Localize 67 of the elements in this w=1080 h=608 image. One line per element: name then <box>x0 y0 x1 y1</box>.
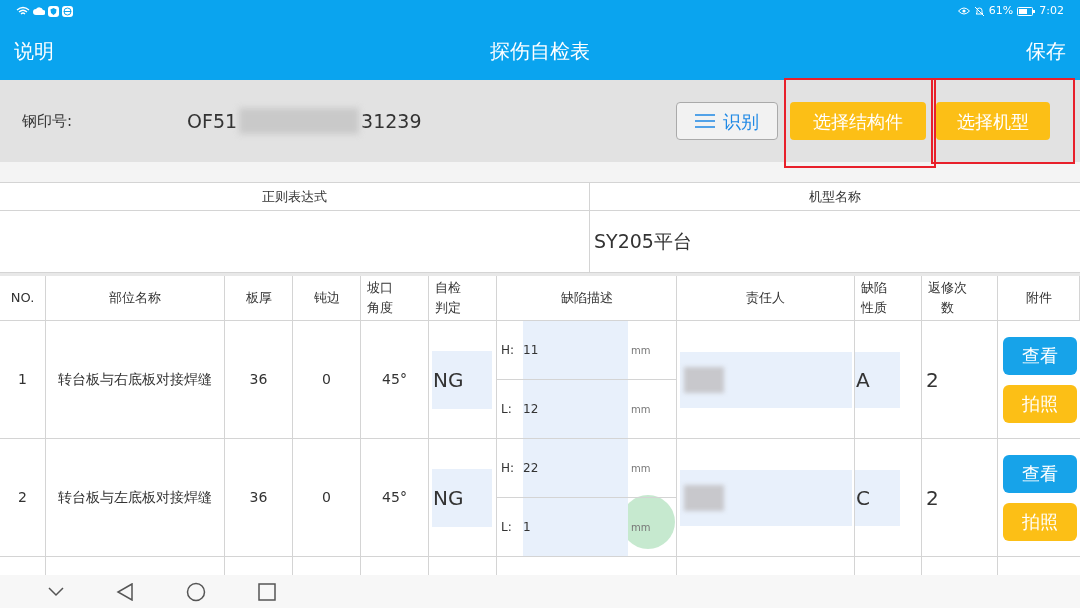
view-button[interactable]: 查看 <box>1003 454 1077 493</box>
table-cell-text: 36 <box>249 370 268 389</box>
column-header: 责任人 <box>746 289 785 307</box>
part-name: 转台板与左底板对接焊缝 <box>58 488 212 507</box>
menu-icon <box>695 114 715 128</box>
column-header: 板厚 <box>245 289 272 307</box>
stamp-number: 31239 <box>361 108 422 134</box>
table-cell-text: 45° <box>382 370 407 389</box>
eye-icon <box>957 7 970 15</box>
table-cell-text: 36 <box>249 488 268 507</box>
table-cell-text: 0 <box>322 488 331 507</box>
shield-icon <box>48 5 59 17</box>
column-header: 部位名称 <box>109 289 161 307</box>
row-number: 2 <box>18 488 27 507</box>
back-icon <box>116 582 134 601</box>
help-button[interactable]: 说明 <box>14 36 54 66</box>
stamp-number: OF51 <box>187 108 238 134</box>
clock-time: 7:02 <box>1039 2 1064 19</box>
view-button[interactable]: 查看 <box>1003 336 1077 375</box>
dimension-label: H: <box>501 342 516 359</box>
column-header: NO. <box>10 289 35 307</box>
repair-count: 2 <box>926 484 939 512</box>
save-button[interactable]: 保存 <box>1026 36 1066 66</box>
part-name: 转台板与右底板对接焊缝 <box>58 370 212 389</box>
column-header: 钝边 <box>313 289 340 307</box>
column-header: 坡口角度 <box>367 279 393 317</box>
column-header: 自检判定 <box>435 279 461 317</box>
column-header: 返修次数 <box>928 279 967 317</box>
judgement-field[interactable]: NG <box>432 350 492 409</box>
nature-field[interactable]: C <box>855 469 900 526</box>
dimension-label: L: <box>501 519 513 536</box>
table-cell-text: 45° <box>382 488 407 507</box>
dimension-field[interactable]: 1 <box>523 498 628 556</box>
dimension-field[interactable]: 11 <box>523 321 628 379</box>
chevron-down-icon <box>48 586 64 597</box>
stamp-label: 钢印号: <box>22 110 74 132</box>
dimension-label: H: <box>501 460 516 477</box>
dimension-field[interactable]: 22 <box>523 439 628 497</box>
column-header: 缺陷描述 <box>560 289 613 307</box>
home-icon <box>186 581 206 602</box>
column-header: 附件 <box>1025 289 1052 307</box>
window-title: 探伤自检表 <box>490 38 590 65</box>
battery-icon <box>1017 6 1036 16</box>
bell-off-icon <box>973 5 985 17</box>
recent-apps-icon <box>258 582 276 601</box>
recognize-button[interactable]: 识别 <box>676 102 778 140</box>
cloud-icon <box>33 6 45 16</box>
nature-field[interactable]: A <box>855 351 900 408</box>
wifi-icon <box>16 6 30 16</box>
responsible-field[interactable] <box>680 351 852 408</box>
row-number: 1 <box>18 370 27 389</box>
repair-count: 2 <box>926 366 939 394</box>
globe-icon <box>62 5 73 17</box>
column-header: 机型名称 <box>590 183 1080 211</box>
column-header: 正则表达式 <box>0 183 590 211</box>
dimension-label: L: <box>501 401 513 418</box>
model-name: SY205平台 <box>594 229 692 255</box>
column-header: 缺陷性质 <box>861 279 887 317</box>
judgement-field[interactable]: NG <box>432 468 492 527</box>
unit-label: mm <box>631 461 651 476</box>
table-cell-text: 0 <box>322 370 331 389</box>
unit-label: mm <box>631 343 651 358</box>
responsible-field[interactable] <box>680 469 852 526</box>
unit-label: mm <box>631 402 651 417</box>
unit-label: mm <box>631 520 651 535</box>
dimension-field[interactable]: 12 <box>523 380 628 438</box>
battery-percent: 61% <box>988 2 1014 19</box>
